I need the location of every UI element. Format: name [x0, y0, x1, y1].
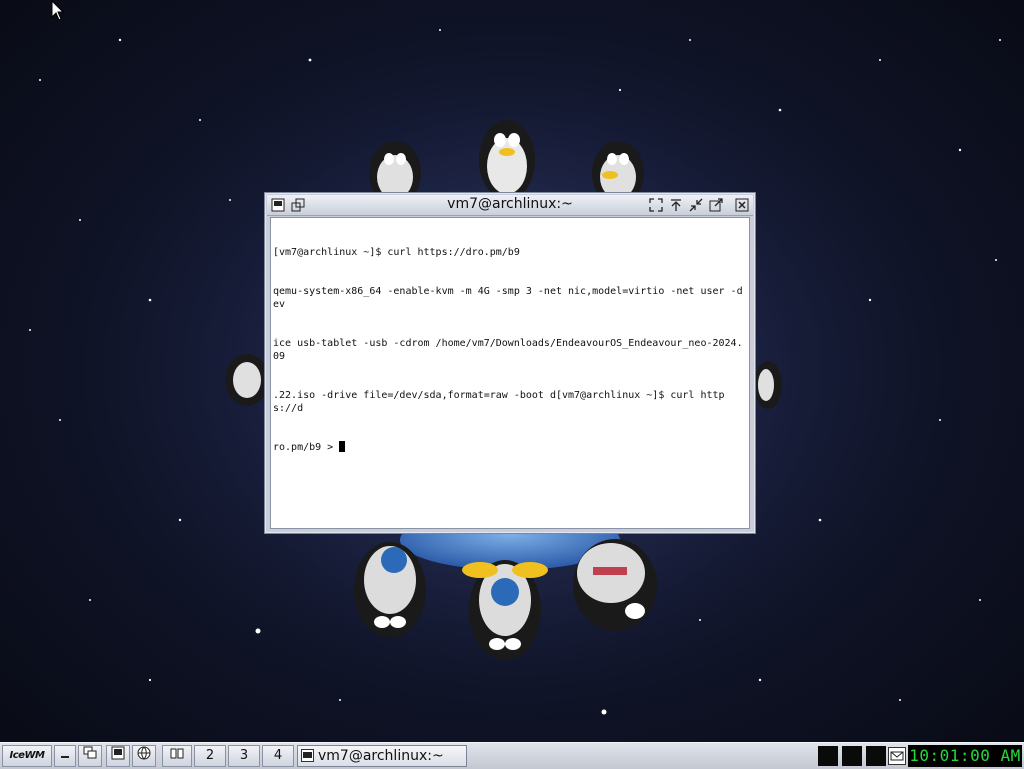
shade-icon[interactable] — [689, 198, 703, 212]
window-titlebar[interactable]: vm7@archlinux:~ — [267, 195, 753, 216]
taskbar-window-label: vm7@archlinux:~ — [318, 748, 444, 764]
minus-icon — [61, 756, 69, 758]
text-cursor — [339, 441, 346, 452]
book-icon — [170, 748, 184, 759]
taskbar-window-item[interactable]: vm7@archlinux:~ — [297, 745, 467, 767]
memory-monitor[interactable] — [866, 746, 886, 766]
raise-icon[interactable] — [669, 198, 683, 212]
mouse-pointer-icon — [51, 0, 65, 21]
desktop: vm7@archlinux:~ [vm7@archlinux ~]$ curl … — [0, 0, 1024, 742]
mail-icon[interactable] — [888, 747, 906, 765]
terminal-line: qemu-system-x86_64 -enable-kvm -m 4G -sm… — [273, 286, 743, 310]
maximize-icon[interactable] — [709, 198, 723, 212]
terminal-prompt-line: ro.pm/b9 > — [273, 442, 340, 453]
start-menu-button[interactable]: IceWM — [2, 745, 52, 767]
window-list-button[interactable] — [78, 745, 102, 767]
terminal-icon — [301, 749, 314, 762]
taskbar: IceWM 2 3 4 vm7@archlinux:~ 10:01:00 AM — [0, 742, 1024, 769]
terminal-line: .22.iso -drive file=/dev/sda,format=raw … — [273, 390, 725, 414]
cpu-monitor[interactable] — [818, 746, 838, 766]
browser-launcher[interactable] — [132, 745, 156, 767]
terminal-launcher[interactable] — [106, 745, 130, 767]
terminal-line: [vm7@archlinux ~]$ curl https://dro.pm/b… — [273, 247, 520, 258]
terminal-window[interactable]: vm7@archlinux:~ [vm7@archlinux ~]$ curl … — [264, 192, 756, 534]
close-icon[interactable] — [735, 198, 749, 212]
workspace-4[interactable]: 4 — [262, 745, 294, 767]
workspace-2[interactable]: 2 — [194, 745, 226, 767]
clock[interactable]: 10:01:00 AM — [908, 745, 1022, 767]
terminal-line: ice usb-tablet -usb -cdrom /home/vm7/Dow… — [273, 338, 743, 362]
fullscreen-icon[interactable] — [649, 198, 663, 212]
window-list-icon — [83, 746, 97, 759]
terminal-output[interactable]: [vm7@archlinux ~]$ curl https://dro.pm/b… — [270, 217, 750, 529]
globe-icon — [137, 746, 151, 760]
workspace-1[interactable] — [162, 745, 192, 767]
workspace-3[interactable]: 3 — [228, 745, 260, 767]
terminal-icon — [111, 746, 125, 760]
minimize-all-button[interactable] — [54, 745, 76, 767]
network-monitor[interactable] — [842, 746, 862, 766]
